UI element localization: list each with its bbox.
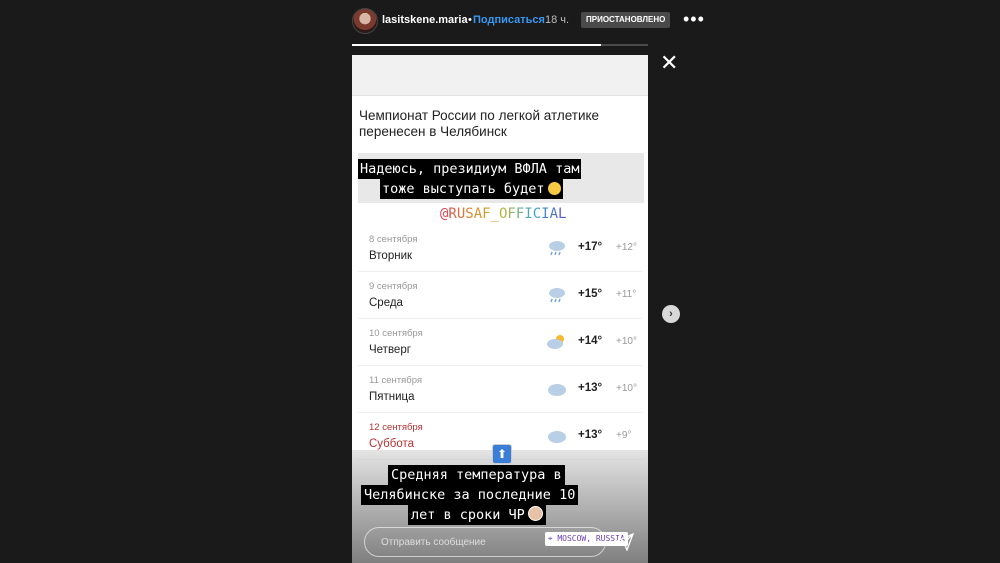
caption-top-line-2: тоже выступать будет (380, 179, 563, 199)
rain-icon (549, 288, 565, 303)
forecast-date: 10 сентября (369, 328, 423, 339)
cloudy-icon (548, 431, 566, 443)
caption-bottom-line-3: лет в сроки ЧР (408, 505, 546, 525)
send-icon[interactable] (616, 533, 634, 551)
forecast-row: 11 сентября Пятница +13° +10° (358, 366, 642, 413)
forecast-low: +10° (616, 383, 637, 394)
forecast-day: Пятница (369, 391, 415, 403)
person-emoji-icon (527, 506, 543, 521)
forecast-row: 8 сентября Вторник +17° +12° (358, 225, 642, 272)
close-icon[interactable]: ✕ (660, 52, 678, 74)
forecast-day: Четверг (369, 344, 411, 356)
forecast-low: +11° (616, 289, 637, 300)
forecast-date: 12 сентября (369, 422, 423, 433)
paused-badge[interactable]: ПРИОСТАНОВЛЕНО (581, 12, 671, 28)
forecast-row: 9 сентября Среда +15° +11° (358, 272, 642, 319)
forecast-high: +17° (578, 241, 603, 253)
forecast-day: Среда (369, 297, 403, 309)
forecast-date: 11 сентября (369, 375, 423, 386)
up-arrow-icon: ⬆ (492, 444, 512, 464)
forecast-day: Суббота (369, 438, 415, 450)
rain-icon (549, 241, 565, 256)
avatar[interactable] (352, 8, 378, 34)
caption-bottom-line-2: Челябинске за последние 10 (361, 485, 579, 505)
forecast-low: +10° (616, 336, 637, 347)
post-time: 18 ч. (545, 14, 570, 26)
news-headline: Чемпионат России по легкой атлетике пере… (359, 108, 600, 139)
cloudy-icon (548, 384, 566, 396)
story-frame[interactable]: Чемпионат России по легкой атлетике пере… (352, 55, 648, 563)
mention-sticker[interactable]: @RUSAF_OFFICIAL (440, 206, 566, 222)
forecast-high: +13° (578, 382, 603, 394)
username[interactable]: lasitskene.maria (382, 14, 468, 26)
screenshot-top-bar (352, 55, 648, 96)
partly-sunny-icon (547, 335, 564, 349)
forecast-list: 8 сентября Вторник +17° +12° 9 сентября … (358, 225, 642, 460)
forecast-date: 9 сентября (369, 281, 418, 292)
story-header: lasitskene.maria • Подписаться 18 ч. ПРИ… (352, 8, 704, 34)
caption-top: Надеюсь, президиум ВФЛА там тоже выступа… (358, 153, 644, 203)
caption-bottom-line-3-text: лет в сроки ЧР (411, 507, 525, 523)
forecast-high: +14° (578, 335, 603, 347)
caption-top-line-2-text: тоже выступать будет (382, 181, 545, 197)
chevron-right-icon[interactable]: › (662, 305, 680, 323)
separator-dot: • (468, 14, 472, 26)
more-dots-icon[interactable]: ••• (683, 9, 705, 30)
forecast-high: +13° (578, 429, 603, 441)
laughing-emoji-icon (547, 182, 561, 195)
subscribe-button[interactable]: Подписаться (473, 14, 545, 26)
caption-bottom-line-1: Средняя температура в (388, 465, 565, 485)
forecast-day: Вторник (369, 250, 413, 262)
forecast-row: 10 сентября Четверг +14° +10° (358, 319, 642, 366)
caption-top-line-1: Надеюсь, президиум ВФЛА там (358, 159, 582, 179)
forecast-high: +15° (578, 288, 603, 300)
story-progress-bar (352, 44, 648, 46)
story-progress-fill (352, 44, 601, 46)
forecast-low: +9° (616, 430, 632, 441)
forecast-date: 8 сентября (369, 234, 418, 245)
forecast-low: +12° (616, 242, 637, 253)
location-label: MOSCOW, RUSSIA (557, 534, 625, 543)
